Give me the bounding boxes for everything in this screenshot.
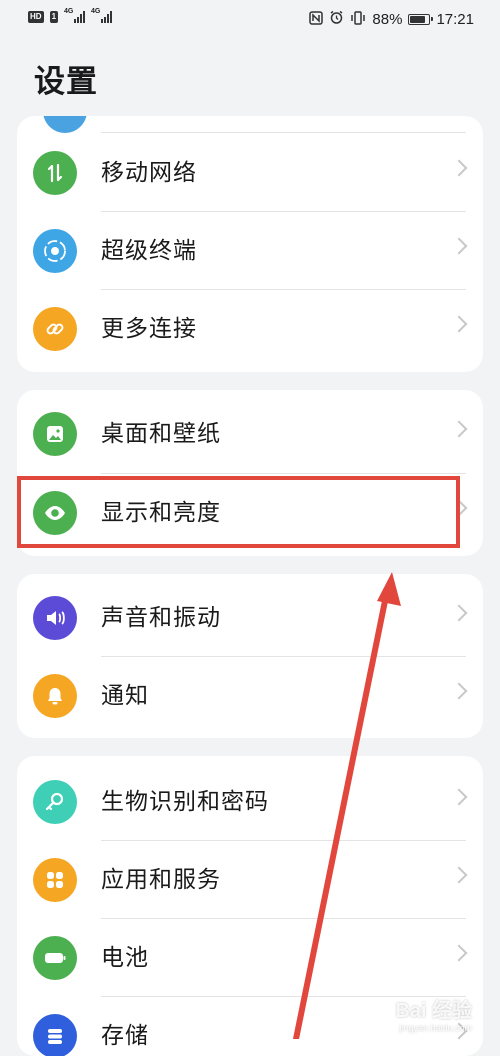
settings-item-label: 存储 [101, 1023, 149, 1049]
watermark-sub: jingyan.baidu.com [399, 1023, 472, 1033]
hd-badge: HD [28, 11, 44, 23]
status-left: HD 1 4G 4G [28, 8, 113, 23]
settings-item-home-wallpaper[interactable]: 桌面和壁纸 [17, 395, 483, 473]
alarm-icon [329, 10, 344, 29]
settings-item-label: 电池 [101, 945, 149, 971]
chevron-right-icon [450, 420, 468, 438]
chevron-right-icon [450, 237, 468, 255]
wallpaper-icon [33, 412, 77, 456]
settings-item-label: 桌面和壁纸 [101, 421, 221, 447]
settings-item-apps-services[interactable]: 应用和服务 [17, 841, 483, 919]
link-icon [33, 307, 77, 351]
sound-icon [33, 596, 77, 640]
settings-item-super-device[interactable]: 超级终端 [17, 212, 483, 290]
settings-group-connectivity: 移动网络 超级终端 更多连接 [17, 116, 483, 372]
highlight-box [17, 476, 460, 548]
nfc-icon [309, 10, 324, 29]
wlan-icon-partial [43, 116, 87, 133]
settings-item-more-connections[interactable]: 更多连接 [17, 290, 483, 368]
settings-item-label: 应用和服务 [101, 867, 221, 893]
chevron-right-icon [450, 944, 468, 962]
battery-percent: 88% [372, 11, 403, 28]
mobile-data-icon [33, 151, 77, 195]
settings-item-label: 生物识别和密码 [101, 789, 269, 815]
settings-item-sound-vibration[interactable]: 声音和振动 [17, 579, 483, 657]
storage-icon [33, 1014, 77, 1056]
status-right: 88% 17:21 [309, 10, 474, 29]
settings-item-label: 更多连接 [101, 316, 197, 342]
signal-icon-1: 4G [64, 8, 86, 23]
vibrate-icon [350, 10, 366, 29]
bell-icon [33, 674, 77, 718]
settings-item-biometrics-password[interactable]: 生物识别和密码 [17, 763, 483, 841]
settings-item-label: 通知 [101, 683, 149, 709]
settings-item-label: 声音和振动 [101, 605, 221, 631]
watermark: Bai 经验 jingyan.baidu.com [395, 994, 472, 1033]
key-icon [33, 780, 77, 824]
apps-icon [33, 858, 77, 902]
super-device-icon [33, 229, 77, 273]
chevron-right-icon [450, 682, 468, 700]
signal-icon-2: 4G [91, 8, 113, 23]
page-title: 设置 [34, 64, 98, 100]
status-bar: HD 1 4G 4G 88% 17:21 [0, 0, 500, 40]
battery-icon [408, 14, 434, 25]
settings-item-label: 移动网络 [101, 160, 197, 186]
watermark-text: Bai 经验 [395, 1000, 472, 1022]
clock: 17:21 [436, 11, 474, 28]
settings-group-sound: 声音和振动 通知 [17, 574, 483, 738]
sim-badge: 1 [49, 11, 59, 23]
chevron-right-icon [450, 159, 468, 177]
chevron-right-icon [450, 866, 468, 884]
chevron-right-icon [450, 604, 468, 622]
settings-item-label: 超级终端 [101, 238, 197, 264]
settings-item-battery[interactable]: 电池 [17, 919, 483, 997]
chevron-right-icon [450, 788, 468, 806]
battery-setting-icon [33, 936, 77, 980]
divider [101, 132, 466, 133]
chevron-right-icon [450, 315, 468, 333]
settings-item-notifications[interactable]: 通知 [17, 657, 483, 735]
settings-item-mobile-network[interactable]: 移动网络 [17, 134, 483, 212]
